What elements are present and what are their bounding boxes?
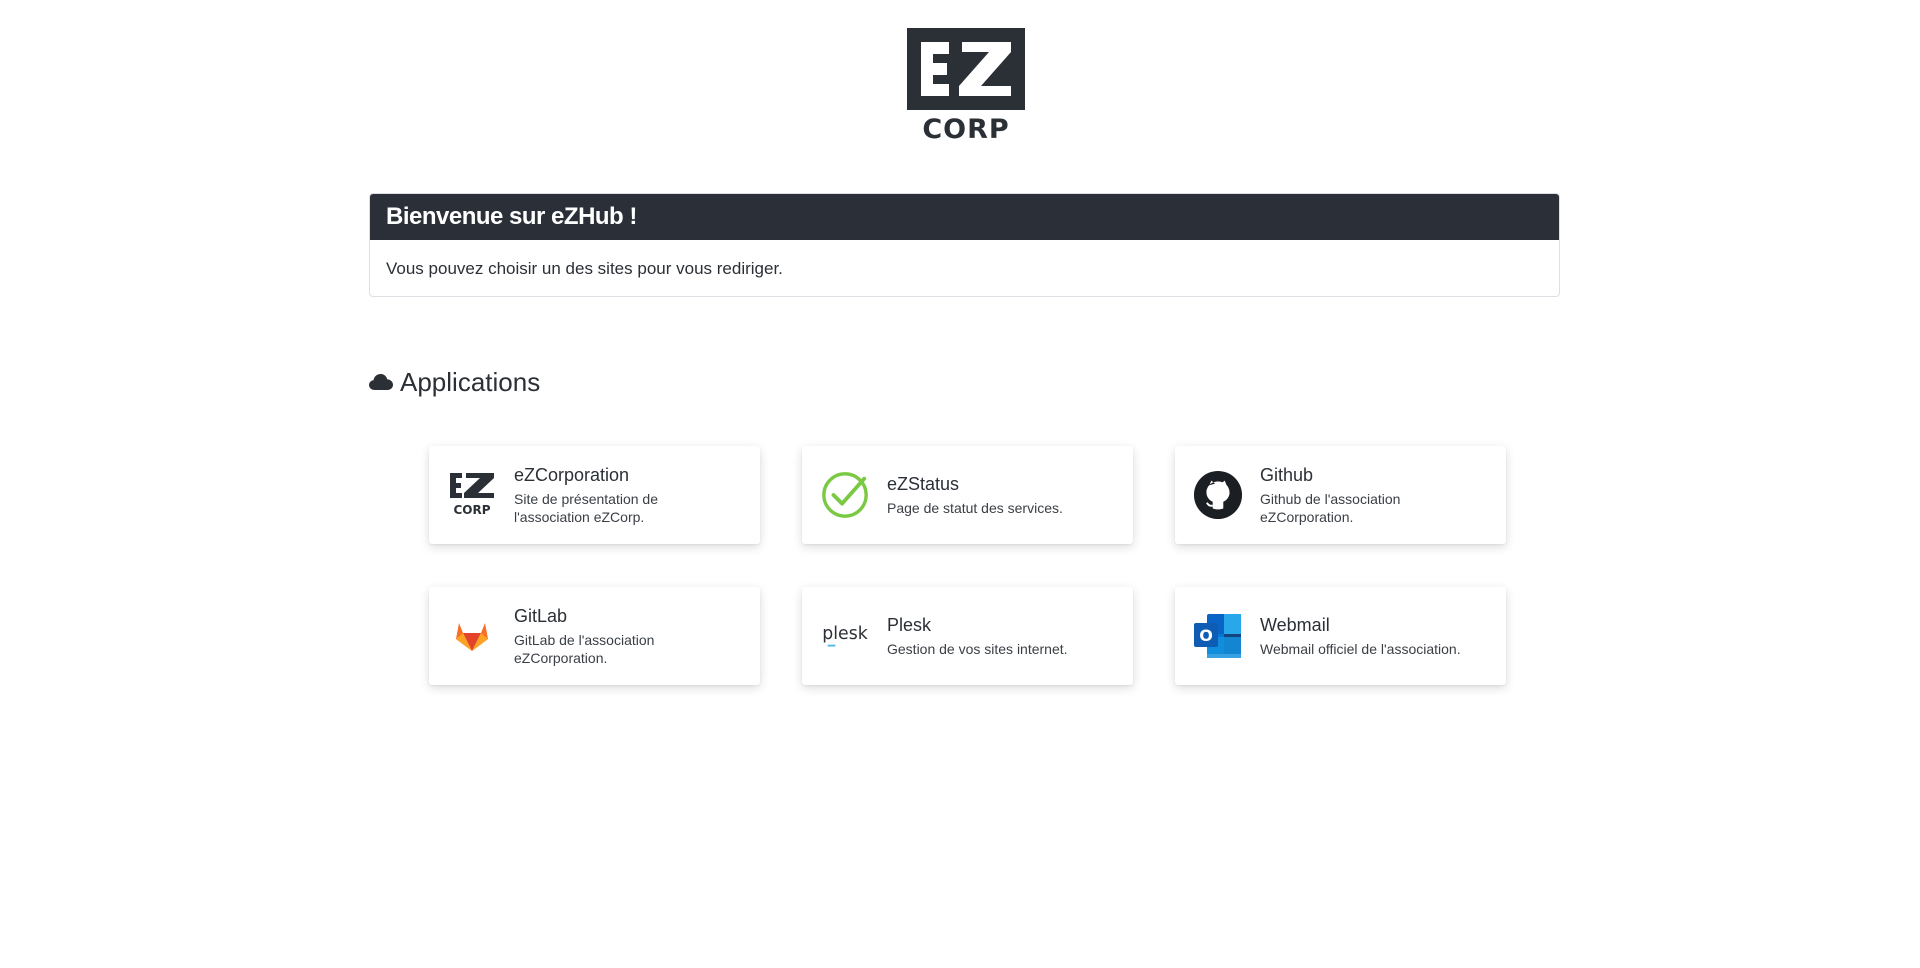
svg-text:O: O: [1199, 626, 1213, 645]
app-name: Plesk: [887, 614, 932, 635]
app-card-github[interactable]: Github Github de l'association eZCorpora…: [1175, 446, 1506, 544]
welcome-body: Vous pouvez choisir un des sites pour vo…: [370, 240, 1559, 296]
app-card-ezcorporation[interactable]: CORP eZCorporation Site de présentation …: [429, 446, 760, 544]
svg-text:plesk: plesk: [822, 624, 867, 644]
app-card-gitlab[interactable]: GitLab GitLab de l'association eZCorpora…: [429, 587, 760, 685]
outlook-icon: O: [1193, 611, 1243, 661]
app-name: GitLab: [514, 605, 568, 626]
app-description: Webmail officiel de l'association.: [1260, 640, 1461, 657]
app-description: Github de l'association eZCorporation.: [1260, 490, 1401, 525]
app-name: Webmail: [1260, 614, 1330, 635]
applications-heading: Applications: [369, 364, 540, 400]
app-description: Site de présentation de l'association eZ…: [514, 490, 658, 525]
app-name: eZCorporation: [514, 464, 630, 485]
svg-text:CORP: CORP: [922, 114, 1009, 144]
app-name: eZStatus: [887, 473, 960, 494]
ezcorp-logo: CORP: [907, 28, 1025, 145]
welcome-message: Vous pouvez choisir un des sites pour vo…: [386, 259, 783, 278]
app-card-plesk[interactable]: plesk Plesk Gestion de vos sites interne…: [802, 587, 1133, 685]
welcome-card: Bienvenue sur eZHub ! Vous pouvez choisi…: [369, 193, 1560, 297]
github-icon: [1193, 470, 1243, 520]
app-name: Github: [1260, 464, 1314, 485]
ezcorp-logo-icon: CORP: [907, 28, 1025, 145]
check-circle-icon: [820, 470, 870, 520]
app-description: Gestion de vos sites internet.: [887, 640, 1068, 657]
applications-title: Applications: [400, 366, 541, 397]
app-card-webmail[interactable]: O Webmail Webmail officiel de l'associat…: [1175, 587, 1506, 685]
app-description: GitLab de l'association eZCorporation.: [514, 631, 655, 666]
welcome-title: Bienvenue sur eZHub !: [386, 203, 637, 230]
svg-text:CORP: CORP: [453, 503, 490, 517]
gitlab-icon: [447, 611, 497, 661]
app-card-ezstatus[interactable]: eZStatus Page de statut des services.: [802, 446, 1133, 544]
app-description: Page de statut des services.: [887, 499, 1063, 516]
plesk-icon: plesk: [820, 611, 870, 661]
welcome-header: Bienvenue sur eZHub !: [370, 194, 1559, 240]
ezcorp-logo-icon: CORP: [447, 470, 497, 520]
cloud-icon: [369, 374, 393, 390]
